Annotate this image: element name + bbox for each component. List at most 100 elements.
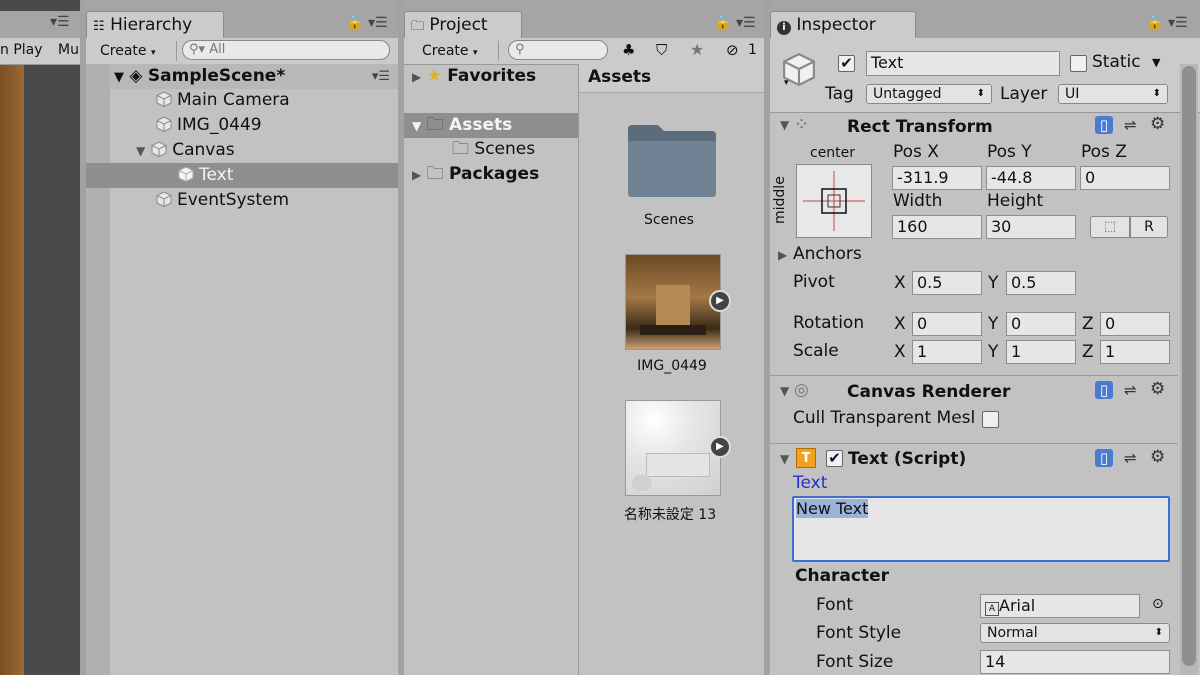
gear-icon[interactable]: ⚙ xyxy=(1150,114,1165,134)
tree-item-scenes[interactable]: 🗀 Scenes xyxy=(452,137,535,162)
play-button-icon[interactable]: ▶ xyxy=(709,290,731,312)
help-book-icon[interactable]: ▯ xyxy=(1095,381,1113,399)
cull-transparent-mesh-checkbox[interactable] xyxy=(982,411,999,428)
object-picker-icon[interactable]: ⊙ xyxy=(1152,596,1164,612)
scale-x-field[interactable]: 1 xyxy=(912,340,982,364)
hierarchy-item-img-0449[interactable]: IMG_0449 xyxy=(156,113,262,138)
rect-transform-icon: ⁘ xyxy=(794,114,810,135)
scene-menu-icon[interactable]: ▾☰ xyxy=(372,64,390,89)
font-field[interactable]: A Arial xyxy=(980,594,1140,618)
scale-y-field[interactable]: 1 xyxy=(1006,340,1076,364)
gear-icon[interactable]: ⚙ xyxy=(1150,447,1165,467)
lock-icon[interactable]: 🔒 xyxy=(1146,15,1163,31)
gameobject-cube-icon xyxy=(156,91,172,107)
hidden-packages-count: 1 xyxy=(748,42,757,58)
scrollbar-thumb[interactable] xyxy=(1182,66,1196,666)
pos-y-field[interactable]: -44.8 xyxy=(986,166,1076,190)
gear-icon[interactable]: ⚙ xyxy=(1150,379,1165,399)
pivot-x-field[interactable]: 0.5 xyxy=(912,271,982,295)
preset-settings-icon[interactable]: ⇌ xyxy=(1124,449,1137,467)
image-thumbnail xyxy=(625,254,721,350)
hierarchy-create-button[interactable]: Create ▾ xyxy=(94,41,177,61)
inspector-scrollbar[interactable] xyxy=(1180,64,1198,675)
tab-menu-icon[interactable]: ▾☰ xyxy=(368,15,388,31)
scale-z-field[interactable]: 1 xyxy=(1100,340,1170,364)
hierarchy-item-canvas[interactable]: ▼ Canvas xyxy=(136,138,235,163)
tab-inspector[interactable]: i Inspector xyxy=(770,11,916,38)
tree-item-packages[interactable]: ▶ 🗀 Packages xyxy=(412,162,539,187)
static-checkbox[interactable] xyxy=(1070,55,1087,72)
hierarchy-item-main-camera[interactable]: Main Camera xyxy=(156,88,290,113)
project-create-button[interactable]: Create ▾ xyxy=(416,41,499,61)
mute-audio-toggle[interactable]: Mu xyxy=(58,42,79,58)
play-button-icon[interactable]: ▶ xyxy=(709,436,731,458)
rotation-x-field[interactable]: 0 xyxy=(912,312,982,336)
foldout-arrow-icon[interactable]: ▼ xyxy=(780,384,789,398)
filter-by-type-icon[interactable]: ♣ xyxy=(622,41,635,59)
filter-by-label-icon[interactable]: ⛉ xyxy=(656,41,667,59)
tag-dropdown[interactable]: Untagged ⬍ xyxy=(866,84,992,104)
static-label: Static xyxy=(1092,52,1141,72)
gameobject-cube-icon xyxy=(156,116,172,132)
tree-item-assets-selected[interactable]: ▼ 🗀 Assets xyxy=(404,113,578,138)
anchor-presets-button[interactable] xyxy=(796,164,872,238)
tab-project[interactable]: 🗀 Project xyxy=(404,11,522,38)
tree-item-favorites[interactable]: ▶ ★ Favorites xyxy=(412,64,536,89)
foldout-arrow-icon[interactable]: ▼ xyxy=(780,118,789,132)
gameobject-cube-icon xyxy=(178,166,194,182)
maximize-on-play-toggle[interactable]: n Play xyxy=(0,42,43,58)
lock-icon[interactable]: 🔒 xyxy=(346,15,363,31)
folder-icon: 🗀 xyxy=(426,115,444,135)
rotation-y-field[interactable]: 0 xyxy=(1006,312,1076,336)
text-script-component: ▼ T ✔ Text (Script) ▯ ⇌ ⚙ Text New Text … xyxy=(770,444,1178,675)
font-size-field[interactable]: 14 xyxy=(980,650,1170,674)
preset-settings-icon[interactable]: ⇌ xyxy=(1124,116,1137,134)
object-name-field[interactable]: Text xyxy=(866,51,1060,76)
preset-settings-icon[interactable]: ⇌ xyxy=(1124,381,1137,399)
width-field[interactable]: 160 xyxy=(892,215,982,239)
favorites-star-icon[interactable]: ★ xyxy=(690,40,704,59)
anchors-label[interactable]: Anchors xyxy=(793,244,862,264)
canvas-renderer-icon: ◎ xyxy=(794,380,809,400)
hierarchy-item-eventsystem[interactable]: EventSystem xyxy=(156,188,289,213)
font-style-dropdown[interactable]: Normal ⬍ xyxy=(980,623,1170,643)
tab-menu-icon[interactable]: ▾☰ xyxy=(736,15,756,31)
layer-dropdown[interactable]: UI ⬍ xyxy=(1058,84,1168,104)
asset-scenes-folder[interactable]: Scenes xyxy=(609,116,729,236)
pos-x-field[interactable]: -311.9 xyxy=(892,166,982,190)
menu-icon[interactable]: ▾☰ xyxy=(50,14,70,30)
pivot-y-field[interactable]: 0.5 xyxy=(1006,271,1076,295)
hidden-packages-icon[interactable]: ⊘ xyxy=(726,41,739,59)
text-enabled-checkbox[interactable]: ✔ xyxy=(826,450,843,467)
active-checkbox[interactable]: ✔ xyxy=(838,55,855,72)
static-dropdown-arrow[interactable]: ▼ xyxy=(1152,56,1160,69)
anchors-foldout-arrow[interactable]: ▶ xyxy=(778,248,787,262)
text-area[interactable]: New Text xyxy=(792,496,1170,562)
chevron-down-icon[interactable]: ▾ xyxy=(784,78,789,88)
hierarchy-search-input[interactable]: ⚲▾ All xyxy=(182,40,390,60)
expand-arrow-icon[interactable]: ▼ xyxy=(136,144,145,158)
help-book-icon[interactable]: ▯ xyxy=(1095,449,1113,467)
foldout-arrow-icon[interactable]: ▼ xyxy=(780,452,789,466)
raw-edit-button[interactable]: R xyxy=(1130,216,1168,238)
scene-row[interactable]: ▼ ◈ SampleScene* ▾☰ xyxy=(110,64,398,89)
star-icon: ★ xyxy=(426,66,442,86)
hierarchy-item-text-selected[interactable]: Text xyxy=(86,163,398,188)
tab-menu-icon[interactable]: ▾☰ xyxy=(1168,15,1188,31)
tag-label: Tag xyxy=(825,84,854,104)
assets-area: Assets Scenes ▶ IMG_0449 ▶ 名称未設定 13 xyxy=(579,64,764,675)
tab-hierarchy[interactable]: ☷ Hierarchy xyxy=(86,11,224,38)
rotation-z-field[interactable]: 0 xyxy=(1100,312,1170,336)
pos-z-field[interactable]: 0 xyxy=(1080,166,1170,190)
help-book-icon[interactable]: ▯ xyxy=(1095,116,1113,134)
anchor-v-label: middle xyxy=(772,176,788,224)
gameobject-cube-icon xyxy=(156,191,172,207)
lock-icon[interactable]: 🔒 xyxy=(714,15,731,31)
blueprint-mode-button[interactable]: ⬚ xyxy=(1090,216,1130,238)
asset-img-0449[interactable]: ▶ IMG_0449 xyxy=(609,254,749,384)
height-field[interactable]: 30 xyxy=(986,215,1076,239)
asset-untitled-13[interactable]: ▶ 名称未設定 13 xyxy=(609,400,749,530)
scene-view[interactable]: ▾☰ n Play Mu xyxy=(0,0,80,675)
project-search-input[interactable]: ⚲ xyxy=(508,40,608,60)
hierarchy-tree: ▼ ◈ SampleScene* ▾☰ Main Camera IMG_0449… xyxy=(86,64,398,675)
